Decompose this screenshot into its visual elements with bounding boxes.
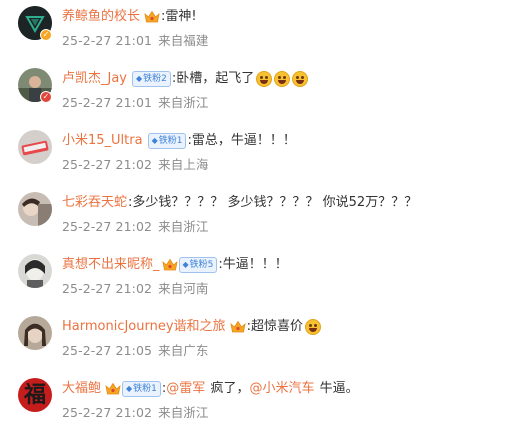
crown-fan-icon [161,258,178,272]
avatar[interactable] [18,316,52,350]
comment-line: 七彩吞天蛇 :多少钱？？？？ 多少钱？？？？ 你说52万？？？ [62,193,417,213]
comment-meta: 25-2-27 21:01 来自浙江 [62,92,209,111]
comment-time: 25-2-27 21:01 [62,33,153,48]
comment-location: 来自福建 [158,33,209,48]
comment-meta: 25-2-27 21:01 来自福建 [62,30,209,49]
avatar[interactable]: 福 [18,378,52,412]
comment-line: HarmonicJourney谐和之旅 :超惊喜价 [62,317,321,337]
fan-badge: ◆ 铁粉1 [122,381,161,397]
comment-meta: 25-2-27 21:02 来自上海 [62,154,209,173]
comment-text-mid: 疯了， [206,381,250,396]
username-link[interactable]: 卢凯杰_Jay [62,69,127,89]
username-link[interactable]: 养鲸鱼的校长 [62,7,140,27]
verified-badge-icon: ✓ [40,91,52,103]
comment-item: HarmonicJourney谐和之旅 :超惊喜价 25-2-27 21:05 来… [0,314,515,376]
comment-line: 卢凯杰_Jay ◆ 铁粉2 :卧槽，起飞了 [62,69,309,89]
comment-location: 来自广东 [158,343,209,358]
comment-list: ✓ 养鲸鱼的校长 :雷神! 25-2-27 21:01 来自福建 ✓ 卢凯杰_Ja… [0,0,515,431]
crown-fan-icon [105,382,121,396]
laugh-emoji-icon [304,319,321,335]
comment-item: ✓ 卢凯杰_Jay ◆ 铁粉2 :卧槽，起飞了 25-2-27 21:01 来自浙江 [0,66,515,128]
crown-fan-icon [144,10,160,24]
diamond-icon: ◆ [182,260,189,269]
username-link[interactable]: 大福鲍 [62,379,101,399]
comment-line: 大福鲍 ◆ 铁粉1 : @雷军 疯了， @小米汽车 牛逼。 [62,379,359,399]
comment-location: 来自浙江 [158,95,209,110]
comment-time: 25-2-27 21:02 [62,281,153,296]
comment-text: :超惊喜价 [246,319,303,334]
diamond-icon: ◆ [151,136,158,145]
username-link[interactable]: 七彩吞天蛇 [62,193,127,213]
comment-line: 小米15_Ultra ◆ 铁粉1 :雷总，牛逼！！！ [62,131,296,151]
fan-badge: ◆ 铁粉2 [132,71,171,87]
comment-item: 小米15_Ultra ◆ 铁粉1 :雷总，牛逼！！！ 25-2-27 21:02 来… [0,128,515,190]
comment-location: 来自浙江 [158,219,209,234]
comment-time: 25-2-27 21:02 [62,219,153,234]
diamond-icon: ◆ [126,384,133,393]
crown-fan-icon [229,320,246,334]
comment-text-suffix: 牛逼。 [315,381,359,396]
comment-meta: 25-2-27 21:02 来自浙江 [62,216,209,235]
avatar[interactable] [18,254,52,288]
comment-text: :雷神! [161,9,197,24]
comment-text: :雷总，牛逼！！！ [187,133,296,148]
username-link[interactable]: 真想不出来昵称_ [62,255,160,275]
comment-item: 七彩吞天蛇 :多少钱？？？？ 多少钱？？？？ 你说52万？？？ 25-2-27 … [0,190,515,252]
username-link[interactable]: HarmonicJourney谐和之旅 [62,317,226,337]
fan-badge: ◆ 铁粉5 [178,257,218,273]
mention-link[interactable]: @小米汽车 [249,379,314,399]
avatar[interactable] [18,192,52,226]
avatar[interactable] [18,130,52,164]
comment-location: 来自河南 [158,281,209,296]
comment-text: :多少钱？？？？ 多少钱？？？？ 你说52万？？？ [128,195,418,210]
comment-time: 25-2-27 21:05 [62,343,153,358]
comment-meta: 25-2-27 21:05 来自广东 [62,340,209,359]
avatar-fu-glyph: 福 [23,382,46,408]
comment-time: 25-2-27 21:02 [62,405,153,420]
comment-location: 来自上海 [158,157,209,172]
comment-text: :卧槽，起飞了 [171,71,255,86]
laugh-emoji-icon [274,71,291,87]
comment-time: 25-2-27 21:02 [62,157,153,172]
comment-line: 养鲸鱼的校长 :雷神! [62,7,197,27]
comment-meta: 25-2-27 21:02 来自浙江 [62,402,209,421]
laugh-emoji-icon [256,71,273,87]
comment-location: 来自浙江 [158,405,209,420]
comment-meta: 25-2-27 21:02 来自河南 [62,278,209,297]
diamond-icon: ◆ [136,74,143,83]
comment-text: :牛逼！！！ [218,257,288,272]
fan-badge: ◆ 铁粉1 [147,133,187,149]
verified-badge-icon: ✓ [40,29,52,41]
username-link[interactable]: 小米15_Ultra [62,131,143,151]
mention-link[interactable]: @雷军 [166,379,205,399]
comment-item: 福 大福鲍 ◆ 铁粉1 : @雷军 疯了， @小米汽车 牛逼。 25-2-27 21:… [0,376,515,438]
laugh-emoji-icon [292,71,309,87]
comment-time: 25-2-27 21:01 [62,95,153,110]
comment-line: 真想不出来昵称_ ◆ 铁粉5 :牛逼！！！ [62,255,288,275]
comment-item: 真想不出来昵称_ ◆ 铁粉5 :牛逼！！！ 25-2-27 21:02 来自河南 [0,252,515,314]
comment-item: ✓ 养鲸鱼的校长 :雷神! 25-2-27 21:01 来自福建 [0,4,515,66]
